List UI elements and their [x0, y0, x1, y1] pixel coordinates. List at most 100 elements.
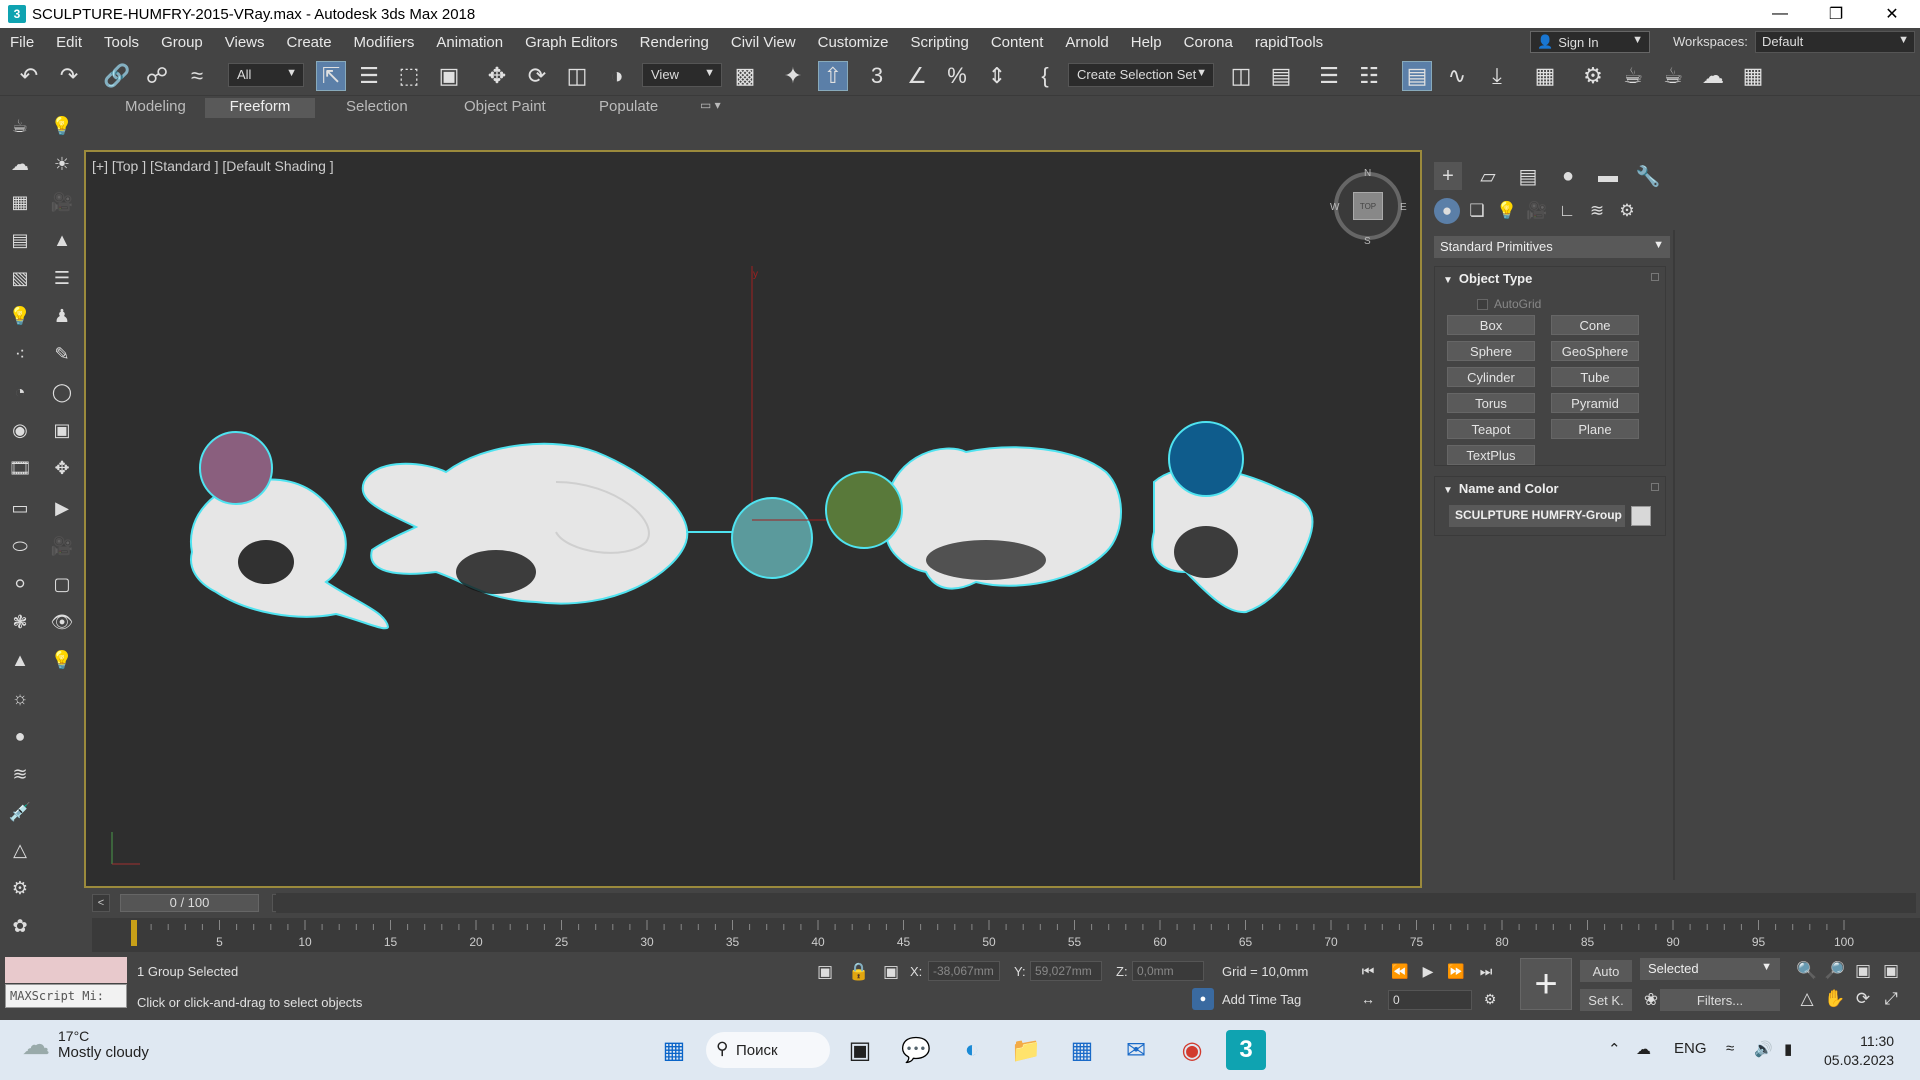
- bear-sculpture-2[interactable]: [361, 442, 741, 605]
- create-tab-icon[interactable]: +: [1434, 162, 1462, 190]
- time-slider-track[interactable]: [276, 893, 1916, 913]
- autogrid-checkbox[interactable]: AutoGrid: [1477, 297, 1541, 311]
- tab-modeling[interactable]: Modeling: [113, 98, 198, 118]
- select-by-name-icon[interactable]: ☰: [354, 61, 384, 91]
- menu-help[interactable]: Help: [1120, 34, 1173, 51]
- current-frame-field[interactable]: 0: [1388, 990, 1472, 1010]
- menu-modifiers[interactable]: Modifiers: [343, 34, 426, 51]
- sphere-icon[interactable]: ⚪: [6, 570, 34, 598]
- sign-in-dropdown[interactable]: 👤 Sign In ▼: [1530, 31, 1650, 53]
- list-icon[interactable]: ☰: [48, 264, 76, 292]
- object-name-field[interactable]: SCULPTURE HUMFRY-Group: [1449, 505, 1625, 527]
- select-manipulate-icon[interactable]: ✦: [778, 61, 808, 91]
- space-warps-icon[interactable]: ≋: [1584, 198, 1610, 224]
- pyramid-button[interactable]: Pyramid: [1551, 393, 1639, 413]
- tab-populate[interactable]: Populate: [587, 98, 670, 118]
- start-icon[interactable]: ▦: [654, 1030, 694, 1070]
- spinner-snap-icon[interactable]: ⇕: [982, 61, 1012, 91]
- render-production-icon[interactable]: ☕: [1658, 61, 1688, 91]
- plant-icon[interactable]: ✿: [6, 912, 34, 940]
- geosphere-button[interactable]: GeoSphere: [1551, 341, 1639, 361]
- primitive-type-dropdown[interactable]: Standard Primitives ▼: [1434, 236, 1670, 258]
- mirror-icon[interactable]: ◫: [1226, 61, 1256, 91]
- set-key-icon[interactable]: +: [1520, 958, 1572, 1010]
- weather-widget[interactable]: ☁ 17°C Mostly cloudy: [22, 1028, 149, 1061]
- menu-rendering[interactable]: Rendering: [629, 34, 720, 51]
- selection-lock-icon[interactable]: 🔒: [846, 959, 872, 985]
- undo-icon[interactable]: ↶: [14, 61, 44, 91]
- absolute-mode-icon[interactable]: ▣: [878, 959, 904, 985]
- viewport-label[interactable]: [+] [Top ] [Standard ] [Default Shading …: [92, 158, 334, 174]
- next-frame-icon[interactable]: ⏩: [1444, 960, 1468, 982]
- pan-hand-icon[interactable]: ✋: [1822, 986, 1848, 1012]
- volume-icon[interactable]: 🔊: [1754, 1040, 1773, 1058]
- select-object-icon[interactable]: ⇱: [316, 61, 346, 91]
- render-setup-icon[interactable]: ⚙: [1578, 61, 1608, 91]
- camera-icon[interactable]: 🎥: [48, 188, 76, 216]
- toggle-ribbon-icon[interactable]: ▤: [1402, 61, 1432, 91]
- rectangular-selection-icon[interactable]: ⬚: [394, 61, 424, 91]
- cone-button[interactable]: Cone: [1551, 315, 1639, 335]
- maxscript-mini-listener[interactable]: MAXScript Mi:: [5, 984, 127, 1008]
- set-key-button[interactable]: Set K.: [1580, 989, 1632, 1011]
- maximize-viewport-icon[interactable]: ⤢: [1878, 986, 1904, 1012]
- workspace-dropdown[interactable]: Default ▼: [1755, 31, 1915, 53]
- menu-group[interactable]: Group: [150, 34, 214, 51]
- name-and-color-header[interactable]: ▼ Name and Color: [1435, 477, 1665, 501]
- schematic-view-icon[interactable]: ⤓: [1482, 61, 1512, 91]
- object-type-header[interactable]: ▼ Object Type: [1435, 267, 1665, 291]
- menu-tools[interactable]: Tools: [93, 34, 150, 51]
- snaps-toggle-icon[interactable]: 3: [862, 61, 892, 91]
- tab-selection[interactable]: Selection: [334, 98, 420, 118]
- task-view-icon[interactable]: ▣: [840, 1030, 880, 1070]
- hierarchy-tab-icon[interactable]: ▤: [1514, 162, 1542, 190]
- textplus-button[interactable]: TextPlus: [1447, 445, 1535, 465]
- field-of-view-icon[interactable]: △: [1794, 986, 1820, 1012]
- cloud-icon[interactable]: ☁: [6, 150, 34, 178]
- particles-icon[interactable]: ⁖: [6, 340, 34, 368]
- brush-icon[interactable]: ✎: [48, 340, 76, 368]
- go-to-end-icon[interactable]: ⏭: [1474, 960, 1498, 982]
- ball-2[interactable]: [731, 497, 813, 579]
- mail-icon[interactable]: ✉: [1116, 1030, 1156, 1070]
- edge-icon[interactable]: ◐: [952, 1030, 992, 1070]
- box-icon[interactable]: ▢: [48, 570, 76, 598]
- chat-icon[interactable]: 💬: [896, 1030, 936, 1070]
- taskbar-search[interactable]: ⚲ Поиск: [706, 1032, 830, 1068]
- wifi-icon[interactable]: ≈: [1726, 1040, 1734, 1057]
- scale-icon[interactable]: ◫: [562, 61, 592, 91]
- sphere-button[interactable]: Sphere: [1447, 341, 1535, 361]
- teapot-icon[interactable]: ☕: [6, 112, 34, 140]
- zoom-extents-all-icon[interactable]: ▣: [1878, 958, 1904, 984]
- transform-icon[interactable]: ✥: [48, 454, 76, 482]
- viewcube[interactable]: TOP: [1334, 172, 1402, 240]
- geometry-icon[interactable]: ●: [1434, 198, 1460, 224]
- render-in-cloud-icon[interactable]: ☁: [1698, 61, 1728, 91]
- autogrid-checkbox-box[interactable]: [1477, 298, 1488, 310]
- 3dsmax-taskbar-icon[interactable]: 3: [1226, 1030, 1266, 1070]
- redo-icon[interactable]: ↷: [54, 61, 84, 91]
- track-bar[interactable]: 5 10 15 20 25 30 35 40 45 50 55 60 65 70 75 80 85 90 95 100: [92, 918, 1920, 952]
- gear-icon[interactable]: ⚙: [6, 874, 34, 902]
- move-icon[interactable]: ✥: [482, 61, 512, 91]
- ball-4[interactable]: [1168, 421, 1244, 497]
- reference-coordinate-dropdown[interactable]: View ▼: [642, 63, 722, 87]
- object-color-swatch[interactable]: [1631, 506, 1651, 526]
- store-icon[interactable]: ▦: [1062, 1030, 1102, 1070]
- bear-sculpture-3[interactable]: [825, 446, 1122, 590]
- menu-customize[interactable]: Customize: [807, 34, 900, 51]
- previous-frame-icon[interactable]: ⏪: [1388, 960, 1412, 982]
- cameras-icon[interactable]: 🎥: [1524, 198, 1550, 224]
- clock[interactable]: 11:30 05.03.2023: [1824, 1032, 1894, 1070]
- eye-icon[interactable]: 👁: [48, 608, 76, 636]
- sun-icon[interactable]: ☀: [48, 150, 76, 178]
- window-crossing-icon[interactable]: ▣: [434, 61, 464, 91]
- menu-graph-editors[interactable]: Graph Editors: [514, 34, 629, 51]
- tab-freeform[interactable]: Freeform: [205, 98, 315, 118]
- orbit-icon[interactable]: ⟳: [1850, 986, 1876, 1012]
- chrome-icon[interactable]: ◉: [1172, 1030, 1212, 1070]
- key-mode-dropdown[interactable]: Selected ▼: [1640, 958, 1780, 980]
- document-icon[interactable]: ▤: [6, 226, 34, 254]
- hair-icon[interactable]: ≋: [6, 760, 34, 788]
- material-ball-icon[interactable]: ●: [6, 722, 34, 750]
